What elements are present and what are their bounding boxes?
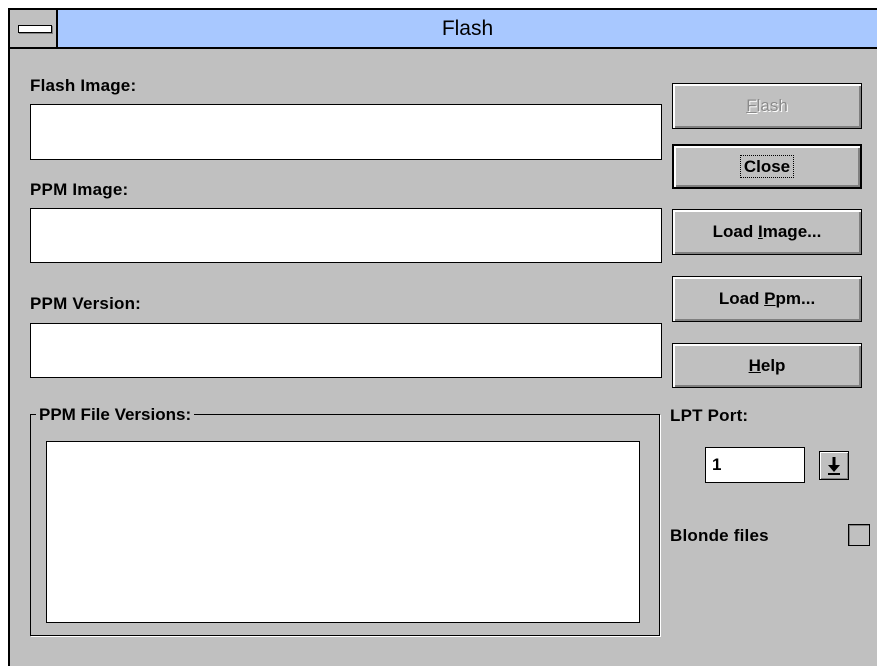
load-ppm-label-pre: Load: [718, 289, 765, 308]
flash-dialog: Flash Flash Image: PPM Image: PPM Versio…: [8, 8, 877, 666]
title-bar: Flash: [10, 10, 877, 49]
blonde-files-checkbox[interactable]: [848, 524, 870, 546]
load-image-label-pre: Load: [712, 222, 758, 241]
window-title: Flash: [441, 17, 494, 40]
ppm-version-label: PPM Version:: [30, 294, 142, 313]
load-ppm-accel: P: [764, 289, 776, 308]
load-ppm-button[interactable]: Load Ppm...: [672, 276, 862, 322]
load-image-button[interactable]: Load Image...: [672, 209, 862, 255]
load-image-label: mage...: [762, 222, 822, 241]
lpt-port-label: LPT Port:: [670, 406, 749, 425]
system-menu-button[interactable]: [10, 10, 58, 47]
flash-button-label: lash: [756, 96, 788, 115]
load-ppm-label: pm...: [775, 289, 816, 308]
flash-image-label: Flash Image:: [30, 76, 137, 95]
flash-button[interactable]: Flash: [672, 83, 862, 129]
ppm-file-versions-label: PPM File Versions:: [36, 405, 195, 425]
flash-image-field[interactable]: [30, 104, 662, 160]
close-button[interactable]: Close: [672, 144, 862, 189]
ppm-file-versions-list[interactable]: [46, 441, 640, 623]
ppm-image-label: PPM Image:: [30, 180, 129, 199]
ppm-image-field[interactable]: [30, 208, 662, 263]
arrow-down-icon: [828, 457, 840, 475]
flash-button-accel: F: [746, 96, 757, 115]
help-button[interactable]: Help: [672, 343, 862, 388]
blonde-files-label: Blonde files: [670, 526, 769, 545]
system-menu-icon: [18, 25, 52, 33]
lpt-port-dropdown-button[interactable]: [819, 451, 849, 480]
close-button-label: Close: [739, 154, 795, 178]
ppm-version-field[interactable]: [30, 323, 662, 378]
help-accel: H: [748, 355, 761, 375]
lpt-port-field[interactable]: 1: [705, 447, 805, 483]
help-label: elp: [760, 355, 786, 375]
